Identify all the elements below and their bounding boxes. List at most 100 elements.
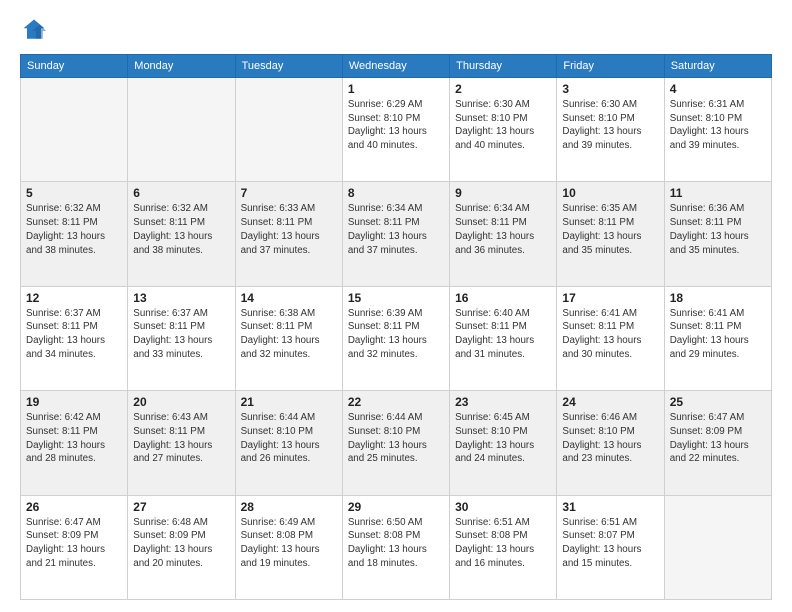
day-number: 26 — [26, 500, 122, 514]
calendar-cell: 21 Sunrise: 6:44 AMSunset: 8:10 PMDayligh… — [235, 391, 342, 495]
calendar-cell: 28Sunrise: 6:49 AMSunset: 8:08 PMDayligh… — [235, 495, 342, 599]
day-info: Sunrise: 6:44 AMSunset: 8:10 PMDaylight:… — [241, 411, 337, 466]
calendar-cell: 15 Sunrise: 6:39 AMSunset: 8:11 PMDayligh… — [342, 286, 449, 390]
calendar-cell: 4Sunrise: 6:31 AMSunset: 8:10 PMDaylight… — [664, 78, 771, 182]
day-number: 21 — [241, 395, 337, 409]
calendar-cell: 19Sunrise: 6:42 AMSunset: 8:11 PMDayligh… — [21, 391, 128, 495]
calendar-row-5: 26 Sunrise: 6:47 AMSunset: 8:09 PMDayligh… — [21, 495, 772, 599]
day-info: Sunrise: 6:41 AMSunset: 8:11 PMDaylight:… — [670, 307, 766, 362]
calendar-cell: 18 Sunrise: 6:41 AMSunset: 8:11 PMDayligh… — [664, 286, 771, 390]
calendar-cell: 13 Sunrise: 6:37 AMSunset: 8:11 PMDayligh… — [128, 286, 235, 390]
header-wednesday: Wednesday — [342, 55, 449, 78]
day-info: Sunrise: 6:43 AMSunset: 8:11 PMDaylight:… — [133, 411, 229, 466]
header-monday: Monday — [128, 55, 235, 78]
day-info: Sunrise: 6:50 AMSunset: 8:08 PMDaylight:… — [348, 516, 444, 571]
calendar-cell — [235, 78, 342, 182]
header-saturday: Saturday — [664, 55, 771, 78]
calendar-row-2: 5 Sunrise: 6:32 AMSunset: 8:11 PMDaylight… — [21, 182, 772, 286]
day-number: 27 — [133, 500, 229, 514]
day-number: 11 — [670, 186, 766, 200]
calendar-row-1: 1 Sunrise: 6:29 AMSunset: 8:10 PMDaylight… — [21, 78, 772, 182]
calendar-cell — [21, 78, 128, 182]
weekday-header-row: Sunday Monday Tuesday Wednesday Thursday… — [21, 55, 772, 78]
day-info: Sunrise: 6:51 AMSunset: 8:08 PMDaylight:… — [455, 516, 551, 571]
day-number: 24 — [562, 395, 658, 409]
day-number: 10 — [562, 186, 658, 200]
day-info: Sunrise: 6:30 AMSunset: 8:10 PMDaylight:… — [455, 98, 551, 153]
day-info: Sunrise: 6:34 AMSunset: 8:11 PMDaylight:… — [455, 202, 551, 257]
day-info: Sunrise: 6:41 AMSunset: 8:11 PMDaylight:… — [562, 307, 658, 362]
calendar-cell: 20 Sunrise: 6:43 AMSunset: 8:11 PMDayligh… — [128, 391, 235, 495]
page: Sunday Monday Tuesday Wednesday Thursday… — [0, 0, 792, 612]
day-number: 1 — [348, 82, 444, 96]
header-thursday: Thursday — [450, 55, 557, 78]
calendar-cell: 22 Sunrise: 6:44 AMSunset: 8:10 PMDayligh… — [342, 391, 449, 495]
calendar-cell: 31 Sunrise: 6:51 AMSunset: 8:07 PMDayligh… — [557, 495, 664, 599]
day-number: 18 — [670, 291, 766, 305]
day-info: Sunrise: 6:47 AMSunset: 8:09 PMDaylight:… — [670, 411, 766, 466]
calendar-cell: 8Sunrise: 6:34 AMSunset: 8:11 PMDaylight… — [342, 182, 449, 286]
day-number: 12 — [26, 291, 122, 305]
day-number: 14 — [241, 291, 337, 305]
calendar-cell: 1 Sunrise: 6:29 AMSunset: 8:10 PMDaylight… — [342, 78, 449, 182]
calendar-cell: 10 Sunrise: 6:35 AMSunset: 8:11 PMDayligh… — [557, 182, 664, 286]
calendar-cell: 2Sunrise: 6:30 AMSunset: 8:10 PMDaylight… — [450, 78, 557, 182]
day-number: 22 — [348, 395, 444, 409]
day-number: 15 — [348, 291, 444, 305]
day-info: Sunrise: 6:44 AMSunset: 8:10 PMDaylight:… — [348, 411, 444, 466]
day-info: Sunrise: 6:32 AMSunset: 8:11 PMDaylight:… — [26, 202, 122, 257]
day-info: Sunrise: 6:32 AMSunset: 8:11 PMDaylight:… — [133, 202, 229, 257]
day-info: Sunrise: 6:39 AMSunset: 8:11 PMDaylight:… — [348, 307, 444, 362]
day-info: Sunrise: 6:37 AMSunset: 8:11 PMDaylight:… — [26, 307, 122, 362]
day-number: 31 — [562, 500, 658, 514]
day-info: Sunrise: 6:45 AMSunset: 8:10 PMDaylight:… — [455, 411, 551, 466]
day-info: Sunrise: 6:46 AMSunset: 8:10 PMDaylight:… — [562, 411, 658, 466]
calendar-cell: 24 Sunrise: 6:46 AMSunset: 8:10 PMDayligh… — [557, 391, 664, 495]
calendar-cell: 14Sunrise: 6:38 AMSunset: 8:11 PMDayligh… — [235, 286, 342, 390]
day-number: 23 — [455, 395, 551, 409]
day-info: Sunrise: 6:49 AMSunset: 8:08 PMDaylight:… — [241, 516, 337, 571]
calendar-cell: 30Sunrise: 6:51 AMSunset: 8:08 PMDayligh… — [450, 495, 557, 599]
day-info: Sunrise: 6:42 AMSunset: 8:11 PMDaylight:… — [26, 411, 122, 466]
calendar-cell: 9Sunrise: 6:34 AMSunset: 8:11 PMDaylight… — [450, 182, 557, 286]
day-number: 8 — [348, 186, 444, 200]
day-info: Sunrise: 6:29 AMSunset: 8:10 PMDaylight:… — [348, 98, 444, 153]
day-info: Sunrise: 6:36 AMSunset: 8:11 PMDaylight:… — [670, 202, 766, 257]
day-info: Sunrise: 6:47 AMSunset: 8:09 PMDaylight:… — [26, 516, 122, 571]
day-number: 3 — [562, 82, 658, 96]
day-info: Sunrise: 6:33 AMSunset: 8:11 PMDaylight:… — [241, 202, 337, 257]
day-number: 29 — [348, 500, 444, 514]
calendar-row-4: 19Sunrise: 6:42 AMSunset: 8:11 PMDayligh… — [21, 391, 772, 495]
header — [20, 16, 772, 44]
calendar-cell: 7 Sunrise: 6:33 AMSunset: 8:11 PMDaylight… — [235, 182, 342, 286]
calendar-cell: 11 Sunrise: 6:36 AMSunset: 8:11 PMDayligh… — [664, 182, 771, 286]
logo-icon — [20, 16, 48, 44]
day-info: Sunrise: 6:31 AMSunset: 8:10 PMDaylight:… — [670, 98, 766, 153]
day-info: Sunrise: 6:48 AMSunset: 8:09 PMDaylight:… — [133, 516, 229, 571]
calendar-cell: 17Sunrise: 6:41 AMSunset: 8:11 PMDayligh… — [557, 286, 664, 390]
logo — [20, 16, 52, 44]
day-number: 13 — [133, 291, 229, 305]
calendar-cell: 25 Sunrise: 6:47 AMSunset: 8:09 PMDayligh… — [664, 391, 771, 495]
day-info: Sunrise: 6:30 AMSunset: 8:10 PMDaylight:… — [562, 98, 658, 153]
day-number: 20 — [133, 395, 229, 409]
header-sunday: Sunday — [21, 55, 128, 78]
calendar-cell: 16Sunrise: 6:40 AMSunset: 8:11 PMDayligh… — [450, 286, 557, 390]
day-number: 5 — [26, 186, 122, 200]
calendar-cell: 3 Sunrise: 6:30 AMSunset: 8:10 PMDaylight… — [557, 78, 664, 182]
calendar-row-3: 12 Sunrise: 6:37 AMSunset: 8:11 PMDayligh… — [21, 286, 772, 390]
day-number: 7 — [241, 186, 337, 200]
day-info: Sunrise: 6:35 AMSunset: 8:11 PMDaylight:… — [562, 202, 658, 257]
header-tuesday: Tuesday — [235, 55, 342, 78]
calendar-cell: 6 Sunrise: 6:32 AMSunset: 8:11 PMDaylight… — [128, 182, 235, 286]
calendar-cell: 12 Sunrise: 6:37 AMSunset: 8:11 PMDayligh… — [21, 286, 128, 390]
calendar-cell: 27 Sunrise: 6:48 AMSunset: 8:09 PMDayligh… — [128, 495, 235, 599]
day-number: 6 — [133, 186, 229, 200]
day-info: Sunrise: 6:51 AMSunset: 8:07 PMDaylight:… — [562, 516, 658, 571]
calendar-cell: 23 Sunrise: 6:45 AMSunset: 8:10 PMDayligh… — [450, 391, 557, 495]
day-number: 25 — [670, 395, 766, 409]
calendar-cell — [128, 78, 235, 182]
day-info: Sunrise: 6:37 AMSunset: 8:11 PMDaylight:… — [133, 307, 229, 362]
calendar-table: Sunday Monday Tuesday Wednesday Thursday… — [20, 54, 772, 600]
calendar-cell — [664, 495, 771, 599]
